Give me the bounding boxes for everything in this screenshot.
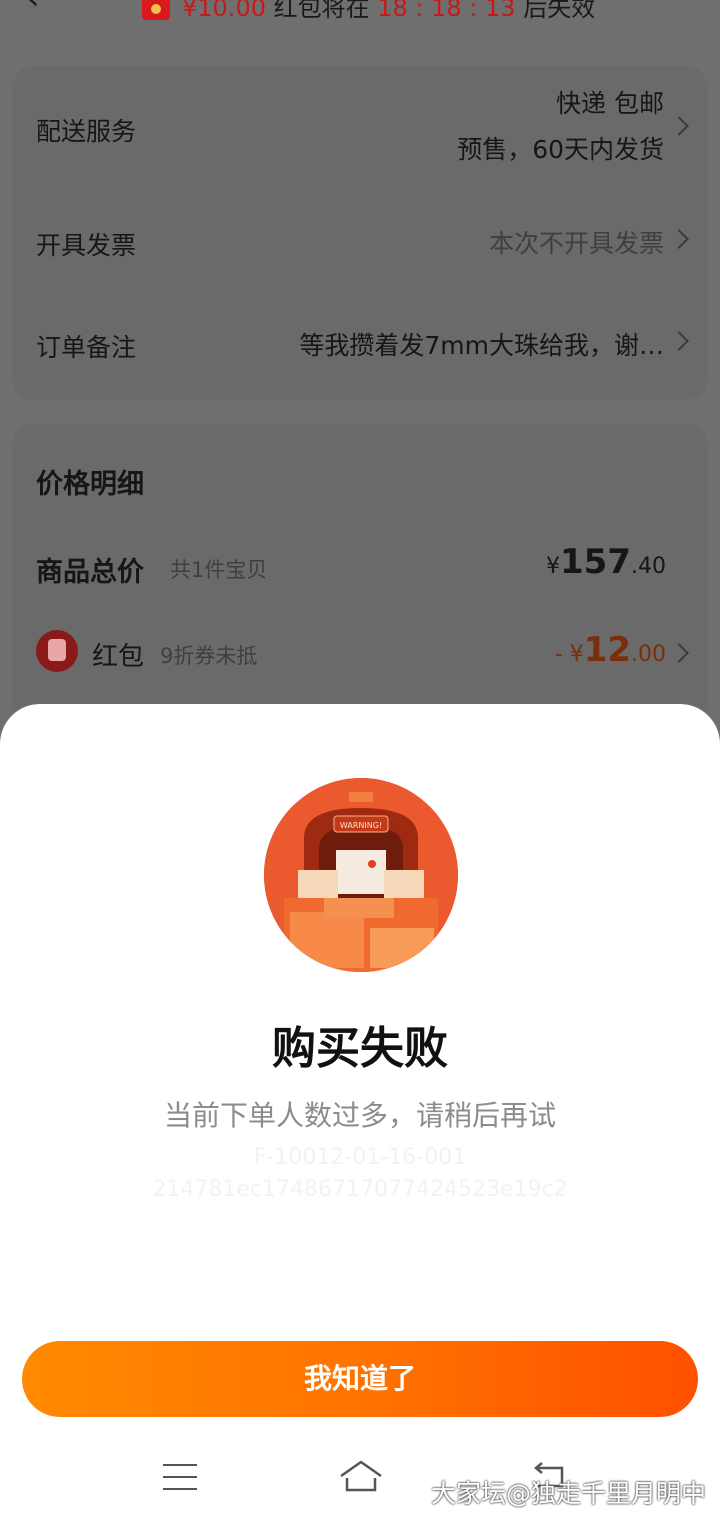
- goods-total-price: ¥157.40: [546, 542, 666, 582]
- currency-symbol: ¥: [546, 554, 561, 579]
- discount-integer: 12: [583, 630, 631, 670]
- warning-sign-text: WARNING!: [340, 821, 382, 830]
- delivery-schedule: 预售，60天内发货: [457, 135, 664, 164]
- chevron-right-icon: [669, 643, 689, 663]
- red-packet-discount: - ¥12.00: [555, 630, 666, 670]
- invoice-label: 开具发票: [36, 231, 137, 260]
- price-detail-card: 价格明细 商品总价 共1件宝贝 ¥157.40 红包 9折券未抵 - ¥12.0…: [12, 424, 708, 724]
- order-options-card: 配送服务 快递 包邮 预售，60天内发货 开具发票 本次不开具发票 订单备注 等…: [12, 66, 708, 400]
- goods-count: 共1件宝贝: [170, 558, 268, 582]
- delivery-method: 快递 包邮: [556, 89, 664, 118]
- back-arrow-icon[interactable]: ‹: [26, 0, 46, 15]
- red-packet-label: 红包: [92, 642, 145, 672]
- order-note-label: 订单备注: [36, 333, 137, 362]
- chevron-right-icon: [669, 331, 689, 351]
- discount-decimal: .00: [631, 642, 666, 667]
- red-packet-icon: [142, 0, 170, 20]
- watermark-text: 大家坛@独走千里月明中: [430, 1479, 706, 1508]
- dialog-message: 当前下单人数过多，请稍后再试: [163, 1099, 556, 1132]
- top-bar: ‹ ¥10.00 红包将在 18 : 18 : 13 后失效: [0, 0, 720, 40]
- price-decimal: .40: [631, 554, 666, 579]
- goods-total-label: 商品总价: [36, 557, 144, 588]
- red-packet-sub: 9折券未抵: [160, 644, 258, 668]
- system-navigation-bar: 大家坛@独走千里月明中: [0, 1428, 720, 1518]
- red-packet-expiry-banner: ¥10.00 红包将在 18 : 18 : 13 后失效: [182, 0, 595, 23]
- delivery-label: 配送服务: [36, 117, 137, 146]
- order-note-value: 等我攒着发7mm大珠给我，谢…: [299, 331, 664, 360]
- expiry-text-before: 红包将在: [273, 0, 370, 22]
- dialog-title: 购买失败: [272, 1023, 448, 1074]
- got-it-button[interactable]: 我知道了: [22, 1341, 698, 1417]
- chevron-right-icon: [669, 116, 689, 136]
- discount-prefix: - ¥: [554, 642, 584, 667]
- home-icon[interactable]: [338, 1458, 384, 1494]
- expiry-timer: 18 : 18 : 13: [377, 0, 516, 22]
- error-details: F-10012-01-16-001 214781ec17486717077424…: [0, 1142, 720, 1206]
- red-packet-coupon-icon: [36, 630, 78, 672]
- menu-icon[interactable]: [163, 1464, 197, 1490]
- red-packet-amount: ¥10.00: [182, 0, 266, 22]
- expiry-text-after: 后失效: [523, 0, 596, 22]
- trace-id: 214781ec17486717077424523e19c2: [152, 1177, 568, 1202]
- price-integer: 157: [560, 542, 631, 582]
- purchase-failed-sheet: WARNING! 购买失败 当前下单人数过多，请稍后再试 F-10012-01-…: [0, 704, 720, 1518]
- invoice-value: 本次不开具发票: [488, 229, 664, 258]
- chevron-right-icon: [669, 229, 689, 249]
- price-detail-title: 价格明细: [36, 469, 144, 500]
- warning-illustration: WARNING!: [264, 778, 458, 972]
- error-code: F-10012-01-16-001: [253, 1145, 467, 1170]
- truck-warning-illustration-icon: WARNING!: [264, 778, 458, 972]
